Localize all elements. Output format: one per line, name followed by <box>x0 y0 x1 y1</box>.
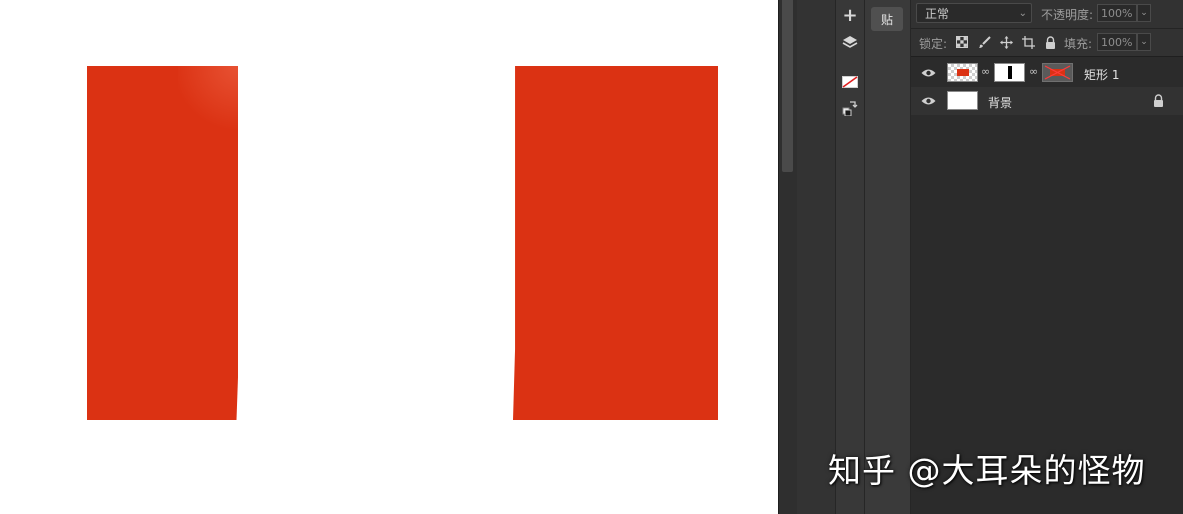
layers-panel: 正常 ⌄ 不透明度: 100% ⌄ 锁定: 填充: 100% ⌄ ∞ ∞ 矩形 … <box>911 0 1183 514</box>
link-chain-icon[interactable]: ∞ <box>981 64 990 80</box>
swap-colors-icon[interactable] <box>840 98 860 118</box>
opacity-field[interactable]: 100% <box>1097 4 1137 22</box>
opacity-dropdown-icon[interactable]: ⌄ <box>1137 4 1151 22</box>
paste-button[interactable]: 贴 <box>871 7 903 31</box>
lock-artboard-icon[interactable] <box>1020 34 1036 50</box>
layer-name[interactable]: 矩形 1 <box>1084 66 1119 83</box>
layer-row[interactable]: ∞ ∞ 矩形 1 <box>911 59 1183 87</box>
smart-filter-thumbnail[interactable] <box>1042 63 1073 82</box>
blend-mode-value: 正常 <box>925 7 950 21</box>
add-icon[interactable]: + <box>840 6 860 26</box>
lock-all-icon[interactable] <box>1042 34 1058 50</box>
layer-row[interactable]: 背景 <box>911 87 1183 115</box>
lock-label: 锁定: <box>919 37 948 51</box>
red-rectangle-right <box>513 66 718 420</box>
lock-fill-row: 锁定: 填充: 100% ⌄ <box>911 29 1183 57</box>
layer-name[interactable]: 背景 <box>988 94 1012 111</box>
layer-thumbnail[interactable] <box>947 63 978 82</box>
visibility-eye-icon[interactable] <box>920 66 936 80</box>
scrollbar-thumb[interactable] <box>782 0 793 172</box>
lock-icon <box>1153 94 1165 108</box>
layer-mask-thumbnail[interactable] <box>994 63 1025 82</box>
watermark: 知乎 @大耳朵的怪物 <box>828 451 1146 490</box>
document-canvas[interactable] <box>0 0 778 514</box>
lock-position-move-icon[interactable] <box>998 34 1014 50</box>
color-swatch-icon[interactable] <box>840 72 860 92</box>
canvas-scrollbar[interactable] <box>778 0 797 514</box>
layers-icon[interactable] <box>840 32 860 52</box>
fill-dropdown-icon[interactable]: ⌄ <box>1137 33 1151 51</box>
mask-preview <box>1008 66 1012 79</box>
side-tool-strip: + <box>836 0 865 514</box>
fill-field[interactable]: 100% <box>1097 33 1137 51</box>
link-chain-icon[interactable]: ∞ <box>1029 64 1038 80</box>
blend-mode-select[interactable]: 正常 ⌄ <box>916 3 1032 23</box>
red-rectangle-left <box>87 66 238 420</box>
lock-transparent-pixels-icon[interactable] <box>954 34 970 50</box>
visibility-eye-icon[interactable] <box>920 94 936 108</box>
chevron-down-icon: ⌄ <box>1018 8 1027 19</box>
warp-highlight <box>178 66 238 136</box>
docked-panel: 贴 <box>865 0 911 514</box>
panel-dock-gap <box>797 0 836 514</box>
layer-thumbnail[interactable] <box>947 91 978 110</box>
shape-preview <box>957 69 969 76</box>
fill-label: 填充: <box>1064 37 1093 51</box>
blend-opacity-row: 正常 ⌄ 不透明度: 100% ⌄ <box>911 0 1183 29</box>
lock-image-pixels-brush-icon[interactable] <box>976 34 992 50</box>
opacity-label: 不透明度: <box>1041 8 1094 22</box>
